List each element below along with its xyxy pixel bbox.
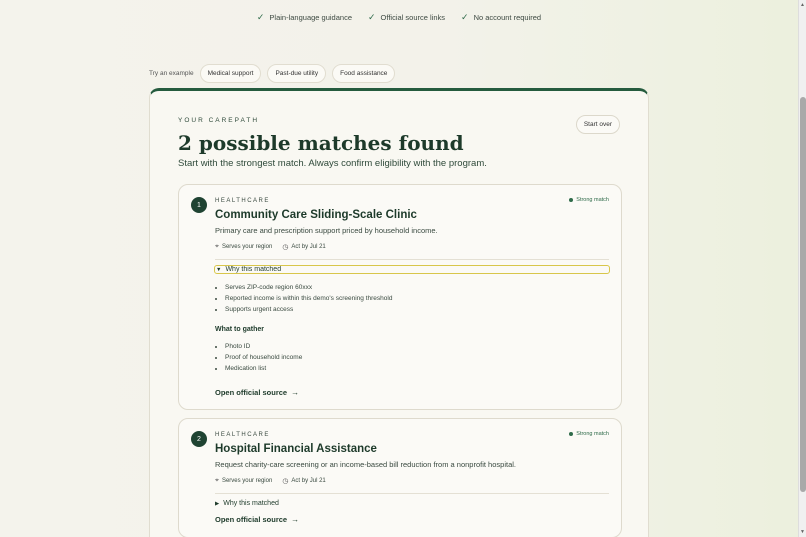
scrollbar-thumb[interactable] — [800, 97, 806, 492]
benefits-bar: ✓ Plain-language guidance ✓ Official sou… — [0, 12, 798, 23]
deadline-meta: ◷ Act by Jul 21 — [282, 477, 325, 485]
page-scrollbar[interactable]: ▲ ▼ — [798, 0, 806, 537]
benefit-item: ✓ Plain-language guidance — [257, 12, 352, 23]
region-meta: ⌖ Serves your region — [215, 243, 272, 251]
why-matched-label: Why this matched — [223, 500, 279, 507]
disclosure-triangle-icon: ▼ — [216, 266, 222, 273]
result-number-badge: 2 — [191, 431, 207, 447]
benefit-label: No account required — [473, 13, 542, 22]
list-item: Reported income is within this demo's sc… — [225, 293, 392, 304]
example-chip-food[interactable]: Food assistance — [332, 64, 396, 83]
match-dot-icon — [569, 432, 574, 436]
arrow-right-icon: → — [291, 515, 300, 524]
why-matched-toggle[interactable]: ▶ Why this matched — [215, 500, 279, 507]
clock-icon: ◷ — [282, 478, 289, 485]
results-panel: YOUR CAREPATH Start over 2 possible matc… — [149, 88, 649, 537]
list-item: Serves ZIP-code region 60xxx — [225, 282, 392, 293]
check-icon: ✓ — [256, 12, 265, 22]
list-item: Medication list — [225, 363, 302, 374]
region-meta: ⌖ Serves your region — [215, 477, 272, 485]
match-strength-badge: Strong match — [569, 197, 609, 203]
result-title: Hospital Financial Assistance — [215, 443, 377, 455]
check-icon: ✓ — [368, 12, 376, 22]
result-description: Request charity-care screening or an inc… — [215, 460, 516, 469]
match-strength-label: Strong match — [576, 431, 609, 437]
result-meta: ⌖ Serves your region ◷ Act by Jul 21 — [215, 243, 326, 251]
list-item: Photo ID — [225, 341, 302, 352]
result-title: Community Care Sliding-Scale Clinic — [215, 209, 417, 221]
panel-eyebrow: YOUR CAREPATH — [178, 117, 260, 124]
result-meta: ⌖ Serves your region ◷ Act by Jul 21 — [215, 477, 326, 485]
results-subheading: Start with the strongest match. Always c… — [178, 158, 487, 169]
result-category: HEALTHCARE — [215, 432, 270, 438]
deadline-meta: ◷ Act by Jul 21 — [282, 243, 325, 251]
result-divider — [215, 259, 609, 260]
region-label: Serves your region — [221, 244, 273, 250]
deadline-label: Act by Jul 21 — [291, 478, 326, 484]
example-chip-utility[interactable]: Past-due utility — [267, 64, 327, 83]
open-official-source-link[interactable]: Open official source → — [215, 515, 299, 524]
location-pin-icon: ⌖ — [215, 243, 219, 250]
why-matched-label: Why this matched — [225, 266, 282, 273]
result-card-2: 2 HEALTHCARE Strong match Hospital Finan… — [178, 418, 622, 537]
clock-icon: ◷ — [282, 244, 289, 251]
open-official-source-link[interactable]: Open official source → — [215, 388, 299, 397]
open-source-label: Open official source — [215, 388, 288, 397]
results-heading: 2 possible matches found — [178, 131, 464, 155]
disclosure-triangle-icon: ▶ — [215, 500, 220, 507]
arrow-right-icon: → — [291, 388, 300, 397]
benefit-item: ✓ No account required — [461, 12, 541, 23]
benefit-label: Official source links — [380, 13, 446, 22]
match-dot-icon — [569, 198, 574, 202]
match-strength-label: Strong match — [576, 197, 609, 203]
list-item: Proof of household income — [225, 352, 302, 363]
result-category: HEALTHCARE — [215, 198, 270, 204]
result-number-badge: 1 — [191, 197, 207, 213]
region-label: Serves your region — [221, 478, 273, 484]
deadline-label: Act by Jul 21 — [291, 244, 326, 250]
examples-label: Try an example — [149, 70, 194, 77]
benefit-item: ✓ Official source links — [368, 12, 445, 23]
why-matched-toggle[interactable]: ▼ Why this matched — [214, 265, 610, 274]
example-chip-medical[interactable]: Medical support — [199, 64, 262, 83]
result-card-1: 1 HEALTHCARE Strong match Community Care… — [178, 184, 622, 410]
scroll-down-icon[interactable]: ▼ — [800, 529, 805, 535]
open-source-label: Open official source — [215, 515, 288, 524]
examples-row: Try an example Medical support Past-due … — [149, 64, 396, 83]
result-divider — [215, 493, 609, 494]
start-over-button[interactable]: Start over — [575, 115, 620, 134]
gather-heading: What to gather — [215, 326, 264, 333]
result-description: Primary care and prescription support pr… — [215, 226, 438, 235]
location-pin-icon: ⌖ — [215, 477, 219, 484]
gather-list: Photo ID Proof of household income Medic… — [225, 341, 302, 374]
scroll-up-icon[interactable]: ▲ — [800, 2, 805, 8]
reasons-list: Serves ZIP-code region 60xxx Reported in… — [225, 282, 392, 315]
list-item: Supports urgent access — [225, 304, 392, 315]
match-strength-badge: Strong match — [569, 431, 609, 437]
check-icon: ✓ — [461, 12, 469, 22]
benefit-label: Plain-language guidance — [269, 13, 352, 22]
